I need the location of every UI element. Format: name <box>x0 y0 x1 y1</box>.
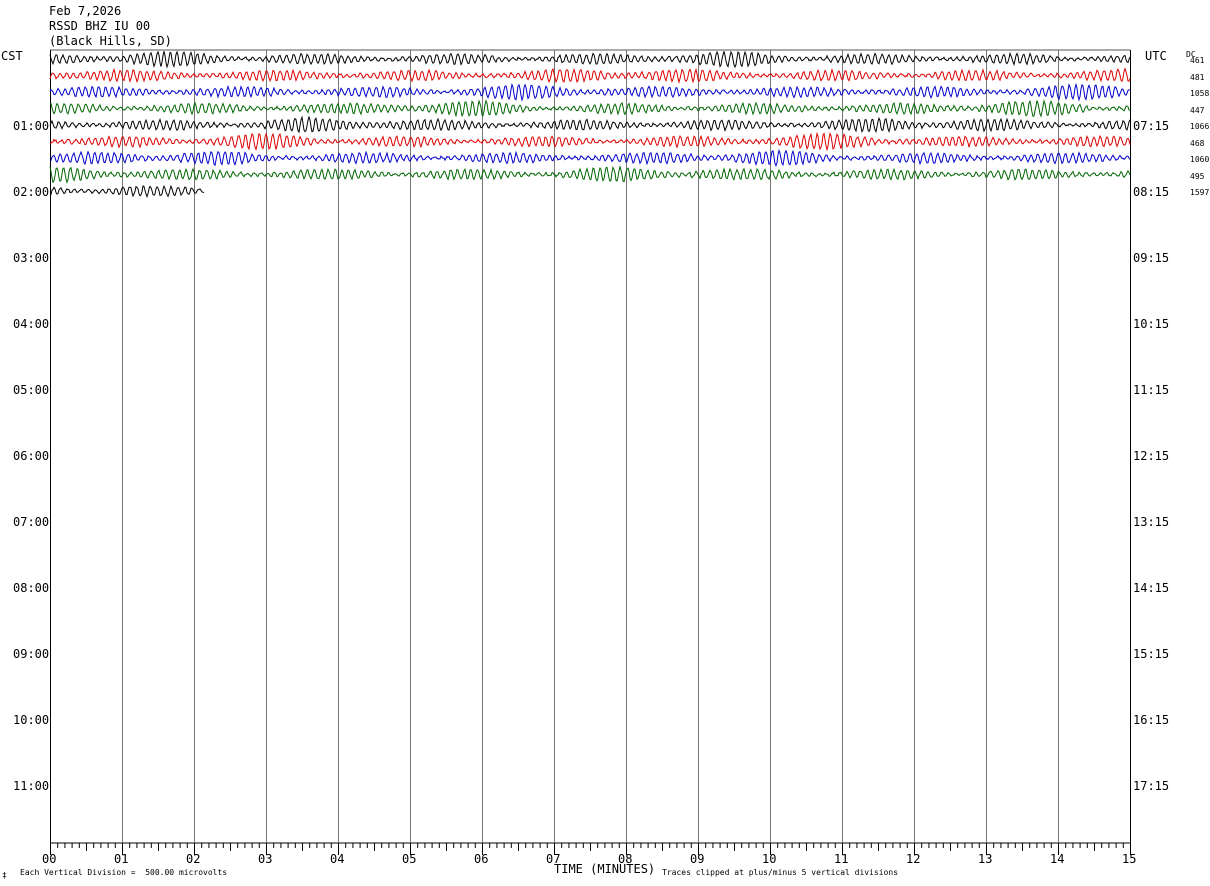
x-tick-label: 10 <box>762 852 777 866</box>
seismic-trace <box>49 67 1131 85</box>
dc-value: 1066 <box>1190 122 1210 131</box>
right-hour-label: 16:15 <box>1133 713 1170 727</box>
seismic-trace <box>49 115 1131 134</box>
dc-value: 468 <box>1190 138 1205 148</box>
seismic-trace <box>49 148 1131 167</box>
footer-mark: ‡ <box>2 871 7 880</box>
dc-value: 447 <box>1190 105 1205 115</box>
seismic-trace <box>49 184 205 199</box>
right-hour-label: 13:15 <box>1133 515 1170 529</box>
x-axis-ticks <box>50 843 1131 855</box>
left-hour-label: 08:00 <box>13 581 50 595</box>
x-tick-label: 04 <box>330 852 345 866</box>
left-hour-label: 10:00 <box>13 713 50 727</box>
left-hour-label: 05:00 <box>13 383 50 397</box>
left-hour-label: 11:00 <box>13 779 50 793</box>
right-hour-label: 11:15 <box>1133 383 1170 397</box>
right-hour-label: 10:15 <box>1133 317 1170 331</box>
right-hour-label: 17:15 <box>1133 779 1170 793</box>
left-hour-label: 02:00 <box>13 185 50 199</box>
left-hour-label: 09:00 <box>13 647 50 661</box>
dc-value: 495 <box>1190 171 1205 181</box>
x-tick-label: 02 <box>186 852 201 866</box>
x-axis-title: TIME (MINUTES) <box>554 862 656 876</box>
seismic-trace <box>49 164 1131 184</box>
right-hour-label: 12:15 <box>1133 449 1170 463</box>
x-tick-label: 12 <box>906 852 921 866</box>
dc-value: 1597 <box>1190 188 1210 197</box>
clip-note: Traces clipped at plus/minus 5 vertical … <box>662 868 899 877</box>
x-tick-label: 11 <box>834 852 849 866</box>
right-hour-label: 07:15 <box>1133 119 1170 133</box>
dc-value: 481 <box>1190 72 1205 82</box>
left-hour-label: 03:00 <box>13 251 50 265</box>
x-tick-label: 14 <box>1050 852 1065 866</box>
right-hour-label: 08:15 <box>1133 185 1170 199</box>
dc-value: 1060 <box>1190 155 1210 164</box>
right-hour-label: 15:15 <box>1133 647 1170 661</box>
right-hour-label: 09:15 <box>1133 251 1170 265</box>
x-tick-label: 05 <box>402 852 417 866</box>
seismic-trace <box>49 50 1131 69</box>
dc-value: 461 <box>1190 56 1205 65</box>
seismic-trace <box>49 99 1131 118</box>
x-tick-label: 15 <box>1122 852 1137 866</box>
x-tick-label: 06 <box>474 852 489 866</box>
dc-value: 1058 <box>1190 89 1210 98</box>
seismic-trace <box>49 131 1131 152</box>
seismic-trace <box>49 82 1131 102</box>
x-tick-label: 01 <box>114 852 129 866</box>
helicorder-plot <box>49 49 1131 855</box>
left-hour-label: 06:00 <box>13 449 50 463</box>
x-tick-label: 09 <box>690 852 705 866</box>
scale-note: Each Vertical Division = 500.00 microvol… <box>20 868 228 877</box>
left-hour-label: 07:00 <box>13 515 50 529</box>
left-hour-label: 04:00 <box>13 317 50 331</box>
x-tick-label: 03 <box>258 852 273 866</box>
seismic-traces <box>49 50 1131 199</box>
right-hour-label: 14:15 <box>1133 581 1170 595</box>
x-tick-label: 00 <box>42 852 57 866</box>
x-tick-label: 13 <box>978 852 993 866</box>
left-hour-label: 01:00 <box>13 119 50 133</box>
minute-gridlines <box>50 49 1131 844</box>
